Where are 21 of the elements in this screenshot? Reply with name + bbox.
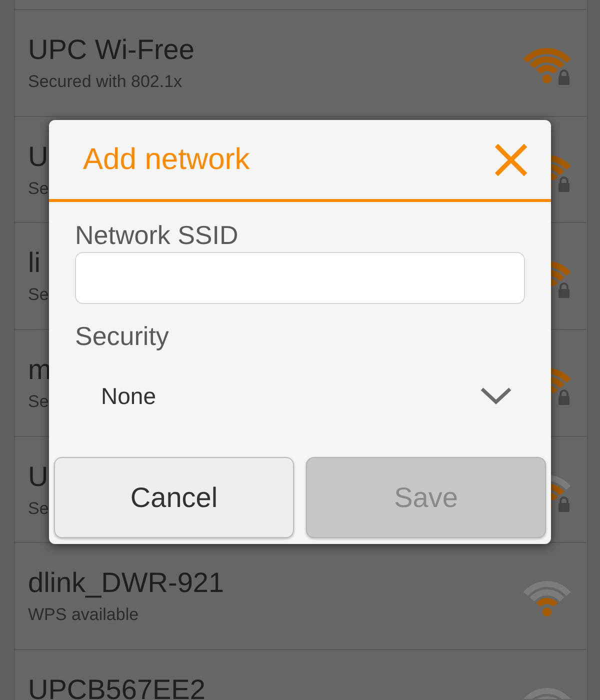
chevron-down-icon [480, 387, 512, 405]
field-label: Security [75, 321, 170, 351]
network-name: dlink_DWR-921 [28, 573, 224, 600]
network-name: U [28, 466, 49, 494]
security-dropdown[interactable]: None [75, 364, 524, 428]
cancel-button[interactable]: Cancel [54, 457, 294, 538]
network-name: li [28, 253, 42, 280]
network-name: UPC Wi-Free [28, 40, 194, 67]
network-name: U [28, 146, 49, 174]
network-name: m [28, 360, 52, 387]
network-status: Se [28, 285, 49, 306]
network-name: UPCB567EE2 [28, 680, 206, 700]
network-status: Se [28, 392, 50, 412]
network-status: WPS available [28, 605, 140, 626]
field-label: Network SSID [75, 220, 240, 250]
dialog-title: Add network [83, 142, 250, 178]
network-status: Se [28, 178, 49, 199]
network-status: Secured with 802.1x [28, 72, 184, 92]
text-input[interactable] [75, 252, 525, 304]
close-icon[interactable] [495, 144, 527, 176]
network-status: Se [28, 498, 49, 519]
